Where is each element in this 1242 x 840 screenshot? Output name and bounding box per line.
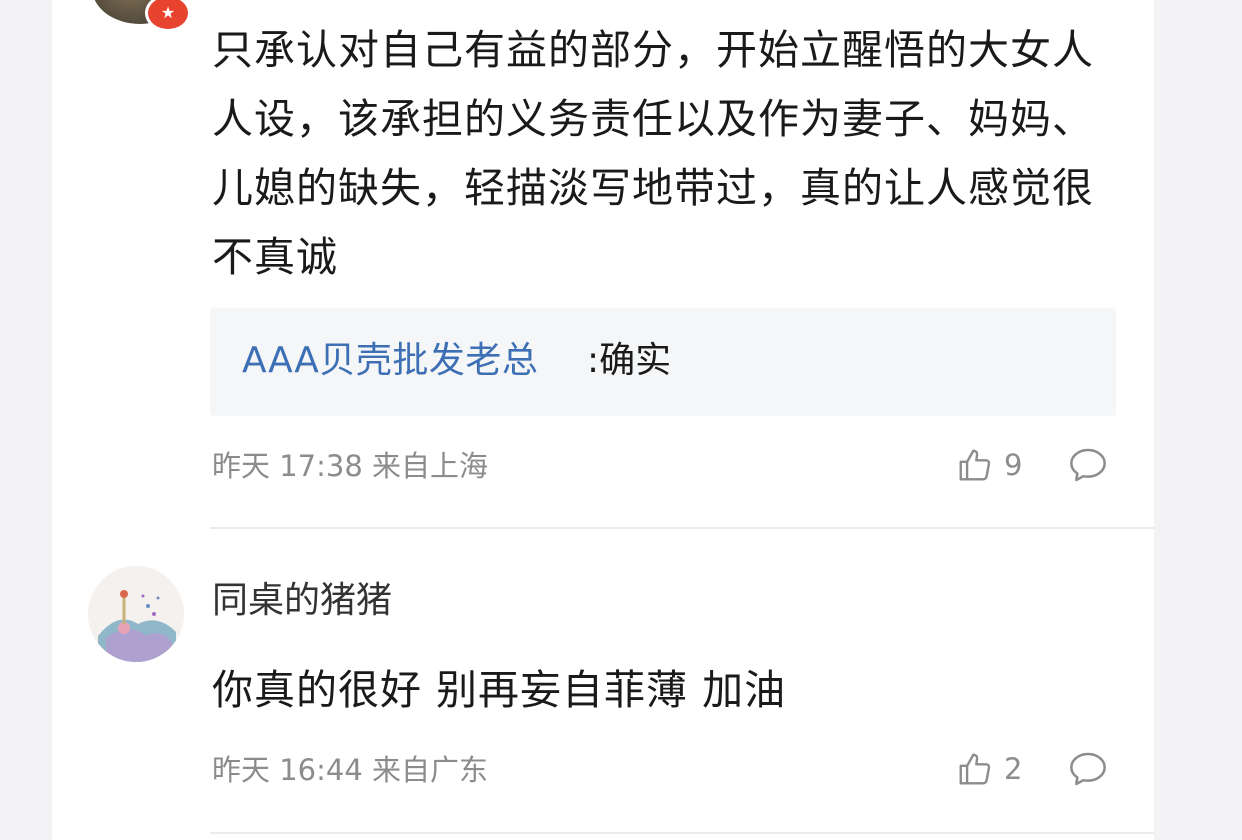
like-count: 9 (1004, 448, 1023, 482)
comment-meta: 昨天 16:44 来自广东 (212, 753, 489, 787)
thumbs-up-icon (956, 750, 994, 788)
comment-bubble-icon (1068, 750, 1108, 788)
comment-bubble-icon (1068, 446, 1108, 484)
avatar[interactable] (88, 566, 184, 662)
reply-button[interactable] (1068, 446, 1108, 484)
like-button[interactable]: 9 (956, 446, 1022, 484)
like-count: 2 (1004, 752, 1023, 786)
reply-text: :确实 (587, 340, 672, 381)
reply-author-link[interactable]: AAA贝壳批发老总 (242, 336, 538, 386)
comment-meta: 昨天 17:38 来自上海 (212, 449, 489, 483)
username-link[interactable]: 同桌的猪猪 (212, 578, 392, 624)
thumbs-up-icon (956, 446, 994, 484)
divider (210, 832, 1154, 834)
reply-button[interactable] (1068, 750, 1108, 788)
like-button[interactable]: 2 (956, 750, 1022, 788)
comment-text: 你真的很好 别再妄自菲薄 加油 (212, 666, 787, 714)
comment-text: 只承认对自己有益的部分，开始立醒悟的大女人人设，该承担的义务责任以及作为妻子、妈… (212, 26, 1094, 281)
divider (210, 527, 1154, 529)
